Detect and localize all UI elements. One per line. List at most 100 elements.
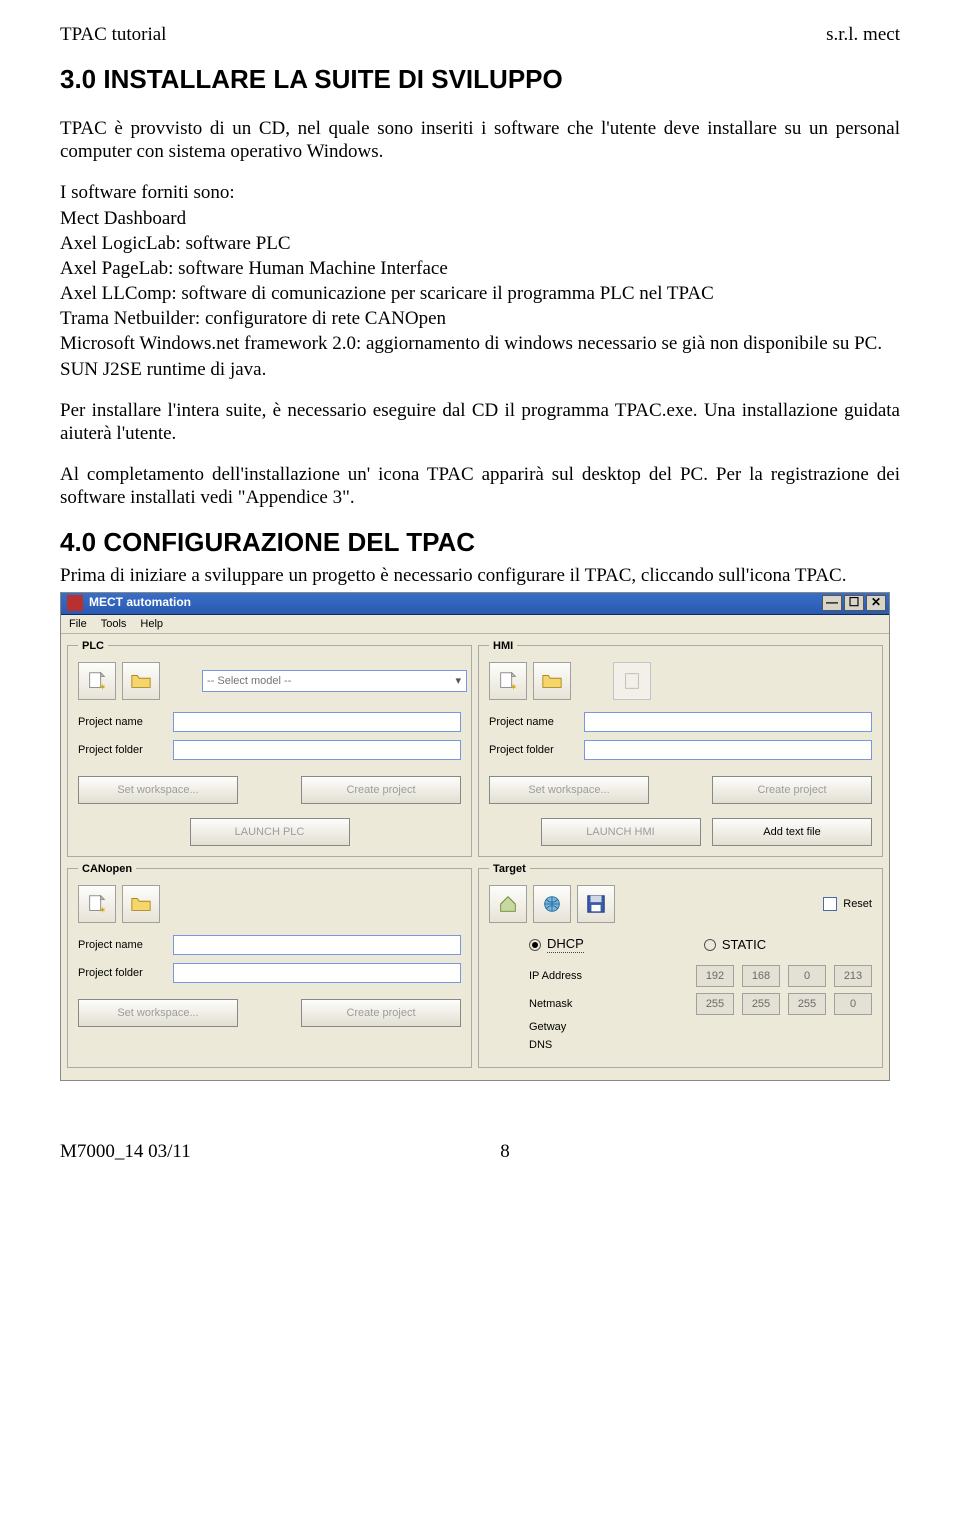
hmi-legend: HMI: [489, 640, 517, 652]
plc-project-name-input[interactable]: [173, 712, 461, 732]
netmask-octet-3[interactable]: 255: [788, 993, 826, 1015]
new-file-button[interactable]: ✶: [78, 662, 116, 700]
list-item: Axel LLComp: software di comunicazione p…: [60, 282, 900, 305]
netmask-octet-1[interactable]: 255: [696, 993, 734, 1015]
dns-label: DNS: [529, 1039, 649, 1051]
add-text-file-button[interactable]: Add text file: [712, 818, 872, 846]
netmask-octet-4[interactable]: 0: [834, 993, 872, 1015]
dhcp-label: DHCP: [547, 937, 584, 953]
hmi-project-name-input[interactable]: [584, 712, 872, 732]
home-button[interactable]: [489, 885, 527, 923]
section-3-p2: Per installare l'intera suite, è necessa…: [60, 399, 900, 445]
section-3-p3: Al completamento dell'installazione un' …: [60, 463, 900, 509]
netmask-label: Netmask: [529, 998, 649, 1010]
dhcp-radio[interactable]: [529, 939, 541, 951]
model-select[interactable]: [202, 670, 467, 692]
hmi-open-folder-button[interactable]: [533, 662, 571, 700]
list-item: Axel PageLab: software Human Machine Int…: [60, 257, 900, 280]
launch-plc-button[interactable]: LAUNCH PLC: [190, 818, 350, 846]
canopen-legend: CANopen: [78, 863, 136, 875]
dropdown-arrow-icon[interactable]: ▾: [455, 675, 461, 687]
ip-octet-1[interactable]: 192: [696, 965, 734, 987]
launch-hmi-button[interactable]: LAUNCH HMI: [541, 818, 701, 846]
list-item: Trama Netbuilder: configuratore di rete …: [60, 307, 900, 330]
static-label: STATIC: [722, 938, 766, 952]
canopen-create-project-button[interactable]: Create project: [301, 999, 461, 1027]
project-folder-label: Project folder: [78, 744, 173, 756]
ip-octet-4[interactable]: 213: [834, 965, 872, 987]
page-footer: M7000_14 03/11 8: [60, 1141, 900, 1163]
plc-set-workspace-button[interactable]: Set workspace...: [78, 776, 238, 804]
svg-text:✶: ✶: [99, 905, 107, 915]
folder-open-icon: [541, 670, 563, 692]
footer-left: M7000_14 03/11: [60, 1141, 191, 1162]
project-name-label: Project name: [78, 939, 173, 951]
folder-open-icon: [130, 893, 152, 915]
hmi-project-folder-input[interactable]: [584, 740, 872, 760]
section-3-heading: 3.0 INSTALLARE LA SUITE DI SVILUPPO: [60, 64, 900, 95]
app-window: MECT automation — ☐ ✕ File Tools Help PL…: [60, 592, 890, 1082]
new-file-icon: ✶: [86, 670, 108, 692]
list-item: Mect Dashboard: [60, 207, 900, 230]
new-file-icon: ✶: [497, 670, 519, 692]
svg-text:✶: ✶: [510, 682, 518, 692]
software-list: I software forniti sono: Mect Dashboard …: [60, 181, 900, 380]
menu-file[interactable]: File: [69, 618, 87, 630]
hmi-create-project-button[interactable]: Create project: [712, 776, 872, 804]
svg-text:✶: ✶: [99, 682, 107, 692]
open-folder-button[interactable]: [122, 662, 160, 700]
section-4-intro: Prima di iniziare a sviluppare un proget…: [60, 564, 900, 587]
menu-tools[interactable]: Tools: [101, 618, 127, 630]
canopen-project-folder-input[interactable]: [173, 963, 461, 983]
header-right: s.r.l. mect: [826, 24, 900, 46]
app-icon: [67, 595, 83, 611]
ip-octet-2[interactable]: 168: [742, 965, 780, 987]
project-folder-label: Project folder: [78, 967, 173, 979]
minimize-button[interactable]: —: [822, 595, 842, 611]
list-item: Axel LogicLab: software PLC: [60, 232, 900, 255]
canopen-project-name-input[interactable]: [173, 935, 461, 955]
hmi-set-workspace-button[interactable]: Set workspace...: [489, 776, 649, 804]
section-3-intro: TPAC è provvisto di un CD, nel quale son…: [60, 117, 900, 163]
netmask-octet-2[interactable]: 255: [742, 993, 780, 1015]
plc-project-folder-input[interactable]: [173, 740, 461, 760]
folder-open-icon: [130, 670, 152, 692]
canopen-panel: CANopen ✶ Project name Project folder: [67, 863, 472, 1069]
plc-legend: PLC: [78, 640, 108, 652]
canopen-new-file-button[interactable]: ✶: [78, 885, 116, 923]
static-radio[interactable]: [704, 939, 716, 951]
new-file-icon: ✶: [86, 893, 108, 915]
reset-checkbox[interactable]: [823, 897, 837, 911]
target-panel: Target Res: [478, 863, 883, 1069]
plc-create-project-button[interactable]: Create project: [301, 776, 461, 804]
canopen-set-workspace-button[interactable]: Set workspace...: [78, 999, 238, 1027]
canopen-open-folder-button[interactable]: [122, 885, 160, 923]
section-4-heading: 4.0 CONFIGURAZIONE DEL TPAC: [60, 527, 900, 558]
reset-label: Reset: [843, 898, 872, 910]
plc-panel: PLC ✶ ▾ Project name Pr: [67, 640, 472, 857]
hmi-extra-button[interactable]: [613, 662, 651, 700]
globe-button[interactable]: [533, 885, 571, 923]
header-left: TPAC tutorial: [60, 24, 166, 46]
project-name-label: Project name: [489, 716, 584, 728]
file-icon: [621, 670, 643, 692]
save-button[interactable]: [577, 885, 615, 923]
close-button[interactable]: ✕: [866, 595, 886, 611]
hmi-panel: HMI ✶ Project name: [478, 640, 883, 857]
list-item: Microsoft Windows.net framework 2.0: agg…: [60, 332, 900, 355]
page-header: TPAC tutorial s.r.l. mect: [60, 24, 900, 46]
home-icon: [497, 893, 519, 915]
floppy-disk-icon: [585, 893, 607, 915]
ip-octet-3[interactable]: 0: [788, 965, 826, 987]
project-name-label: Project name: [78, 716, 173, 728]
target-legend: Target: [489, 863, 530, 875]
maximize-button[interactable]: ☐: [844, 595, 864, 611]
titlebar: MECT automation — ☐ ✕: [61, 593, 889, 615]
hmi-new-file-button[interactable]: ✶: [489, 662, 527, 700]
menu-help[interactable]: Help: [140, 618, 163, 630]
footer-page: 8: [500, 1141, 510, 1162]
project-folder-label: Project folder: [489, 744, 584, 756]
list-intro: I software forniti sono:: [60, 181, 900, 204]
list-item: SUN J2SE runtime di java.: [60, 358, 900, 381]
menubar: File Tools Help: [61, 615, 889, 634]
